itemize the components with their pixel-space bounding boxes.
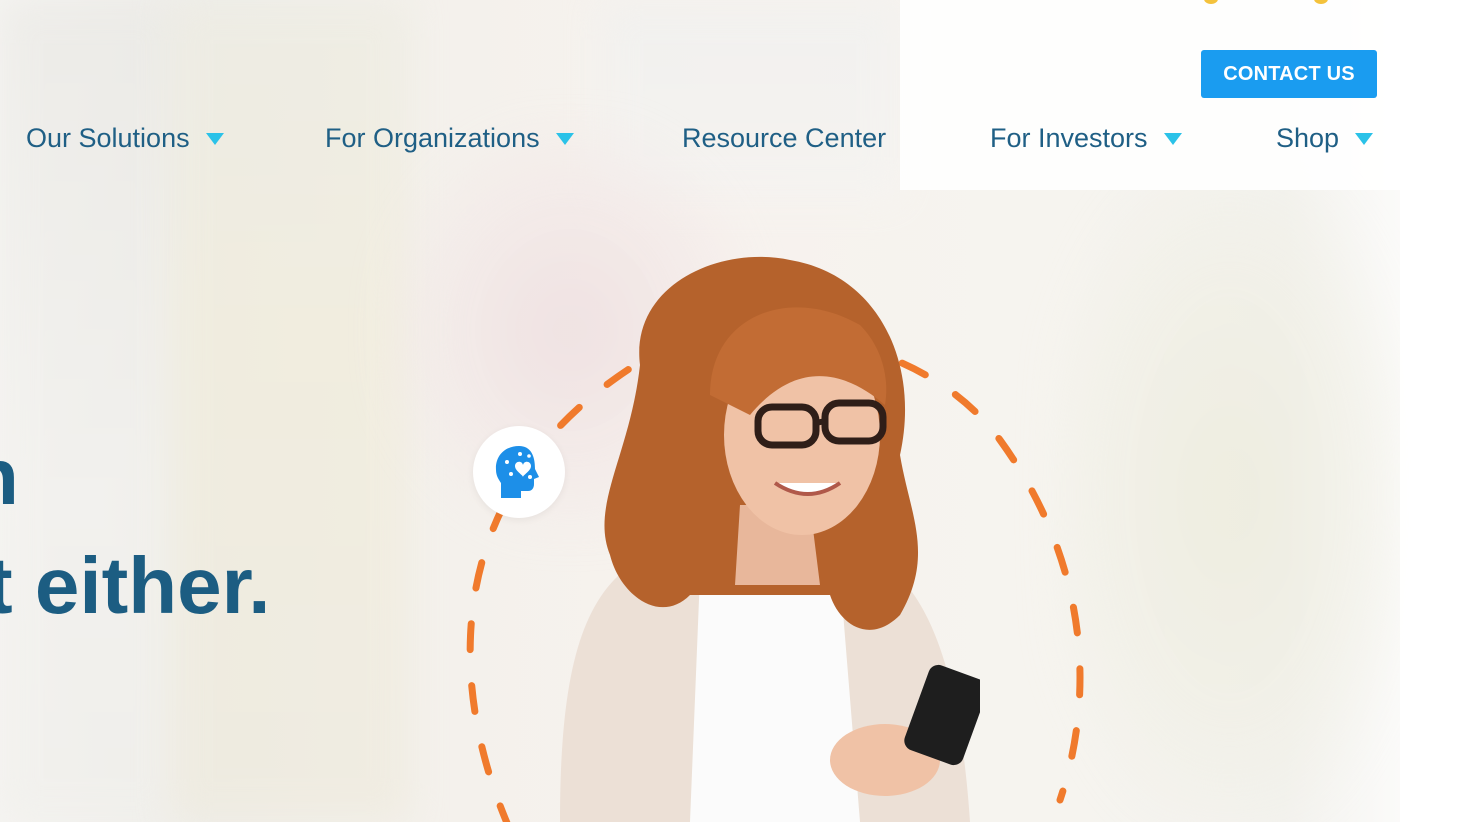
nav-item-label: Shop — [1276, 122, 1340, 153]
nav-item-label: Resource Center — [682, 122, 887, 153]
nav-item-for-organizations[interactable]: For Organizations — [325, 118, 574, 158]
nav-item-for-investors[interactable]: For Investors — [990, 118, 1182, 158]
nav-item-our-solutions[interactable]: Our Solutions — [26, 118, 224, 158]
background-right-edge — [1400, 0, 1460, 822]
hero-headline-line2: t either. — [0, 541, 271, 630]
brain-badge — [473, 426, 565, 518]
background-tree — [1050, 170, 1410, 820]
caret-down-icon — [1355, 133, 1374, 145]
brain-heart-icon — [495, 446, 539, 498]
nav-item-label: For Organizations — [325, 122, 540, 153]
hero-headline-line1: n — [0, 432, 19, 522]
caret-down-icon — [1163, 133, 1182, 145]
caret-down-icon — [555, 133, 574, 145]
caret-down-icon — [205, 133, 224, 145]
contact-us-button[interactable]: CONTACT US — [1201, 50, 1377, 98]
nav-item-label: For Investors — [990, 122, 1148, 153]
woman-with-phone-photo — [560, 256, 980, 822]
nav-item-shop[interactable]: Shop — [1276, 118, 1374, 158]
nav-item-resource-center[interactable]: Resource Center — [682, 118, 886, 158]
hero-page: CONTACT US Our Solutions For Organizatio… — [0, 0, 1460, 822]
nav-item-label: Our Solutions — [26, 122, 190, 153]
